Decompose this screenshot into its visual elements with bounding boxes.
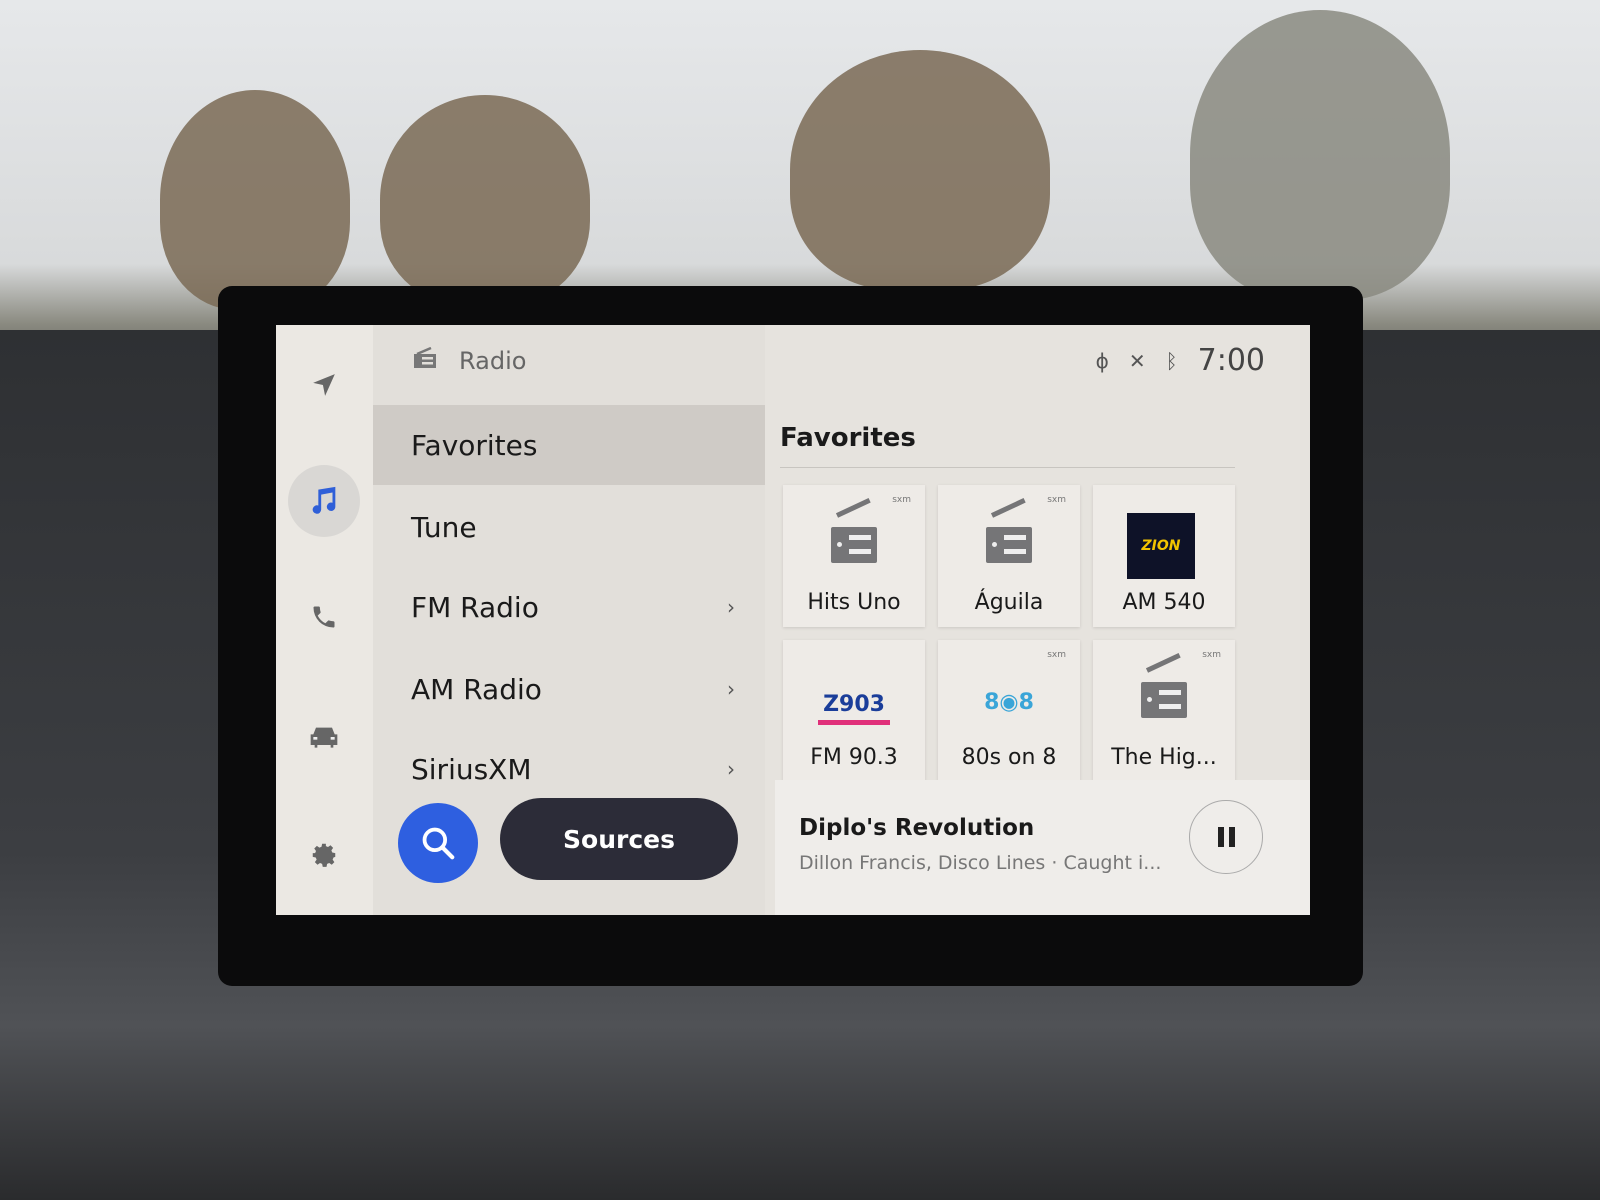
now-playing-subtitle: Dillon Francis, Disco Lines · Caught i..… xyxy=(799,852,1162,874)
infotainment-screen: Radio Favorites Tune FM Radio › AM Radio ›… xyxy=(276,325,1310,915)
background-tree xyxy=(380,95,590,305)
clock: 7:00 xyxy=(1197,343,1265,378)
siriusxm-badge-icon: sxm xyxy=(1202,650,1221,660)
menu-item-label: AM Radio xyxy=(411,672,542,706)
tile-label: AM 540 xyxy=(1122,590,1206,615)
chevron-right-icon: › xyxy=(727,757,735,781)
now-playing-bar[interactable]: Diplo's Revolution Dillon Francis, Disco… xyxy=(775,780,1310,915)
menu-item-fm-radio[interactable]: FM Radio › xyxy=(373,567,765,647)
bluetooth-icon: ᛒ xyxy=(1165,348,1178,373)
menu-item-label: SiriusXM xyxy=(411,752,532,786)
music-note-icon[interactable] xyxy=(288,465,360,537)
menu-title: Radio xyxy=(459,347,527,375)
pause-icon xyxy=(1228,827,1235,847)
pause-button[interactable] xyxy=(1189,800,1263,874)
status-bar: ϕ ✕ ᛒ 7:00 xyxy=(1096,343,1265,378)
search-icon xyxy=(422,827,455,860)
tile-label: Hits Uno xyxy=(807,590,901,615)
favorite-tile-am-540[interactable]: ZION AM 540 xyxy=(1093,485,1235,627)
chevron-right-icon: › xyxy=(727,595,735,619)
siriusxm-badge-icon: sxm xyxy=(1047,650,1066,660)
menu-item-label: FM Radio xyxy=(411,590,539,624)
search-button[interactable] xyxy=(398,803,478,883)
background-tree xyxy=(1190,10,1450,300)
pause-icon xyxy=(1217,827,1224,847)
favorites-panel: ϕ ✕ ᛒ 7:00 Favorites sxm Hits Uno sxm Ág… xyxy=(765,325,1310,915)
phone-icon[interactable] xyxy=(300,593,348,641)
background-tree xyxy=(790,50,1050,290)
favorite-tile-the-highway[interactable]: sxm The Hig... xyxy=(1093,640,1235,782)
favorites-title: Favorites xyxy=(780,423,916,453)
favorite-tile-hits-uno[interactable]: sxm Hits Uno xyxy=(783,485,925,627)
now-playing-title: Diplo's Revolution xyxy=(799,815,1035,841)
sources-button[interactable]: Sources xyxy=(500,798,738,880)
siriusxm-badge-icon: sxm xyxy=(892,495,911,505)
menu-item-am-radio[interactable]: AM Radio › xyxy=(373,649,765,729)
favorite-tile-aguila[interactable]: sxm Águila xyxy=(938,485,1080,627)
radio-icon xyxy=(818,515,890,575)
menu-item-favorites[interactable]: Favorites xyxy=(373,405,765,485)
80s-on-8-logo: 8◉8 xyxy=(984,689,1034,715)
chevron-right-icon: › xyxy=(727,677,735,701)
menu-item-label: Tune xyxy=(411,510,477,544)
background-tree xyxy=(160,90,350,310)
z903-logo: Z903 xyxy=(818,688,890,725)
car-icon[interactable] xyxy=(300,713,348,761)
navigation-arrow-icon[interactable] xyxy=(300,361,348,409)
tile-label: FM 90.3 xyxy=(810,745,898,770)
menu-header: Radio xyxy=(413,346,527,375)
menu-item-siriusxm[interactable]: SiriusXM › xyxy=(373,729,765,809)
favorite-tile-fm-90-3[interactable]: Z903 FM 90.3 xyxy=(783,640,925,782)
radio-icon xyxy=(973,515,1045,575)
tile-label: The Hig... xyxy=(1111,745,1217,770)
voice-muted-icon: ✕ xyxy=(1128,348,1146,373)
favorite-tile-80s-on-8[interactable]: sxm 8◉8 80s on 8 xyxy=(938,640,1080,782)
tile-label: Águila xyxy=(974,590,1044,615)
nav-rail xyxy=(276,325,373,915)
menu-item-label: Favorites xyxy=(411,428,538,462)
radio-icon xyxy=(1128,670,1200,730)
siriusxm-badge-icon: sxm xyxy=(1047,495,1066,505)
radio-icon xyxy=(413,346,437,375)
radio-zion-logo: ZION xyxy=(1127,513,1195,579)
menu-item-tune[interactable]: Tune xyxy=(373,487,765,567)
gear-icon[interactable] xyxy=(300,831,348,879)
wireless-charging-icon: ϕ xyxy=(1095,348,1109,373)
divider xyxy=(780,467,1235,468)
tile-label: 80s on 8 xyxy=(961,745,1057,770)
radio-menu: Radio Favorites Tune FM Radio › AM Radio ›… xyxy=(373,325,765,915)
